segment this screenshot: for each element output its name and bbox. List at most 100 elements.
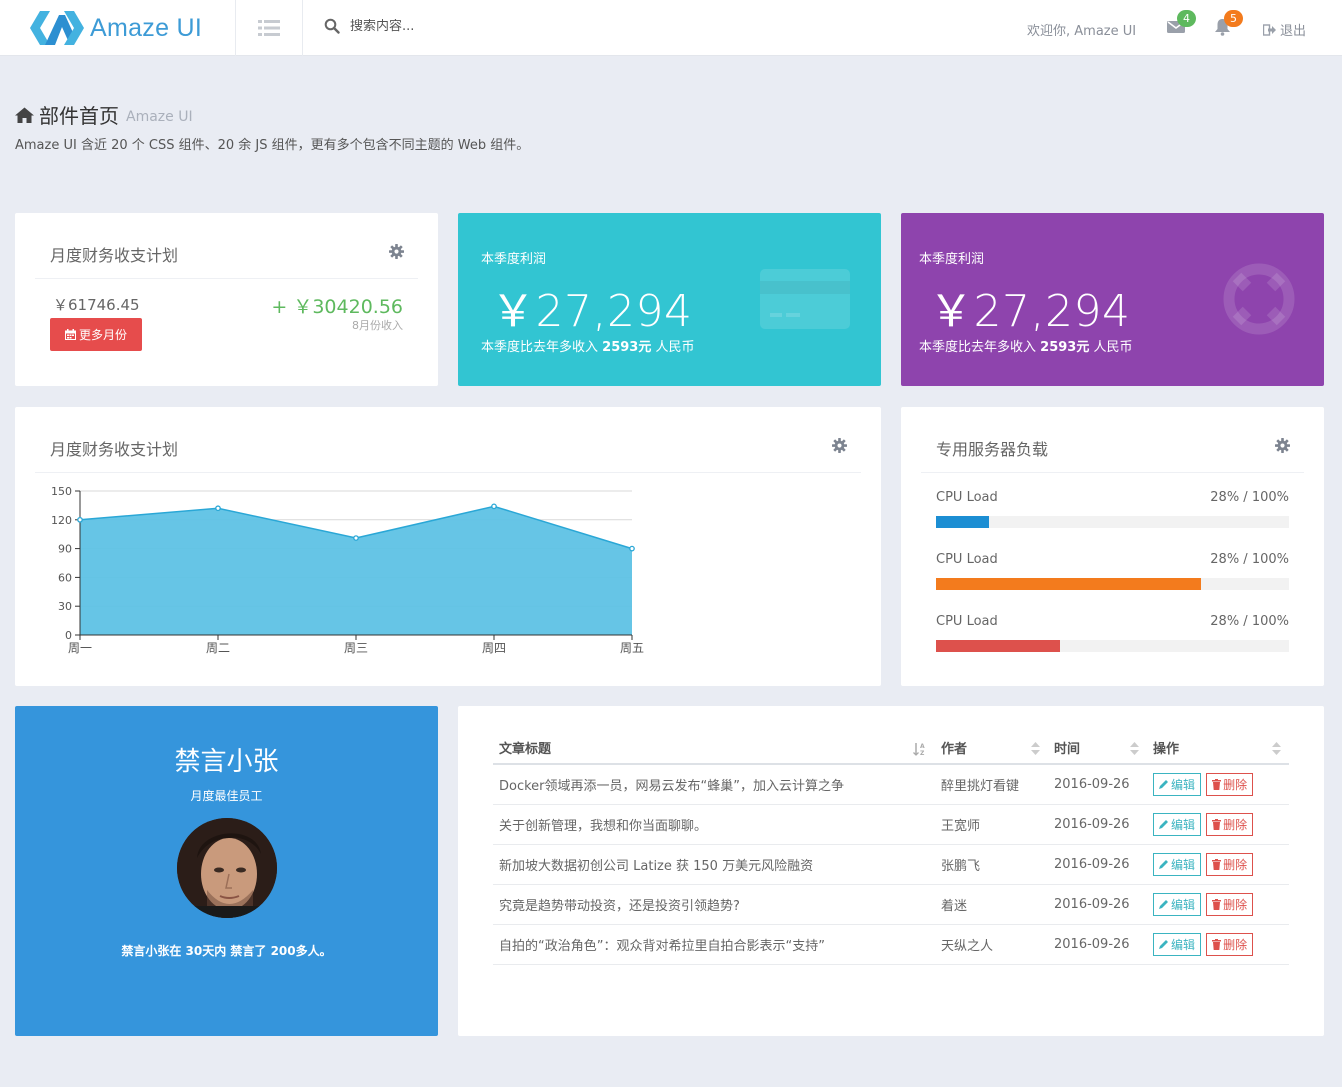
progress-fill — [936, 640, 1060, 652]
sort-icon[interactable] — [1272, 742, 1281, 755]
article-title[interactable]: 究竟是趋势带动投资，还是投资引领趋势? — [493, 884, 935, 925]
column-header-actions[interactable]: 操作 — [1147, 732, 1289, 765]
search-icon[interactable] — [324, 18, 340, 34]
divider — [35, 472, 861, 473]
y-tick-label: 90 — [58, 543, 72, 556]
article-title[interactable]: Docker领域再添一员，网易云发布“蜂巢”，加入云计算之争 — [493, 764, 935, 805]
messages-button[interactable]: 4 — [1167, 10, 1196, 38]
article-date: 2016-09-26 — [1048, 804, 1147, 845]
brand-logo[interactable]: Amaze UI — [0, 0, 236, 56]
x-tick-label: 周一 — [68, 641, 92, 655]
delete-button[interactable]: 删除 — [1206, 892, 1254, 916]
article-title[interactable]: 关于创新管理，我想和你当面聊聊。 — [493, 804, 935, 845]
profile-name: 禁言小张 — [174, 747, 279, 777]
article-title[interactable]: 新加坡大数据初创公司 Latize 获 150 万美元风险融资 — [493, 844, 935, 885]
data-point — [491, 503, 497, 510]
finance-amount: ￥61746.45 — [53, 296, 140, 314]
gear-icon[interactable] — [389, 244, 404, 259]
tile-value: ￥27,294 — [929, 286, 1131, 337]
article-actions: 编辑 删除 — [1147, 764, 1289, 805]
article-title[interactable]: 自拍的“政治角色”：观众背对希拉里自拍合影表示“支持” — [493, 924, 935, 965]
progress-label: CPU Load — [936, 490, 998, 505]
progress-bar — [936, 578, 1289, 590]
tile-label: 本季度利润 — [481, 252, 547, 267]
search-input[interactable] — [350, 18, 550, 34]
employee-profile-card: 禁言小张 月度最佳员工 禁言小张在 30天内 禁言了 200多人。 — [15, 706, 438, 1036]
logo-icon — [30, 11, 84, 45]
profit-tile-purple: 本季度利润 ￥27,294 本季度比去年多收入 2593元 人民币 — [901, 213, 1324, 386]
articles-table: 文章标题 A Z 作者 时间 操作 Docker领域再添一员，网易云发布“蜂巢”… — [493, 732, 1289, 965]
list-icon — [258, 20, 280, 36]
delete-button[interactable]: 删除 — [1206, 772, 1254, 796]
trash-icon — [1212, 778, 1222, 790]
edit-button[interactable]: 编辑 — [1153, 812, 1202, 836]
progress-fill — [936, 578, 1201, 590]
sort-icon[interactable] — [1031, 742, 1040, 755]
progress-percent: 28% / 100% — [1210, 490, 1289, 505]
finance-summary-card: 月度财务收支计划 ￥61746.45 更多月份 + ￥30420.56 8月份收… — [15, 213, 438, 386]
progress-bar — [936, 516, 1289, 528]
page-title-text: 部件首页 — [39, 104, 119, 128]
table-row: 关于创新管理，我想和你当面聊聊。 王宽师 2016-09-26 编辑 删除 — [493, 804, 1289, 845]
calendar-icon — [64, 329, 76, 340]
column-header-title[interactable]: 文章标题 A Z — [493, 732, 935, 765]
income-label: 8月份收入 — [352, 319, 403, 332]
article-date: 2016-09-26 — [1048, 764, 1147, 805]
more-months-button[interactable]: 更多月份 — [50, 318, 142, 351]
page-description: Amaze UI 含近 20 个 CSS 组件、20 余 JS 组件，更有多个包… — [15, 138, 530, 153]
article-author: 王宽师 — [935, 804, 1048, 845]
progress-label: CPU Load — [936, 614, 998, 629]
card-title: 月度财务收支计划 — [50, 440, 179, 459]
edit-label: 编辑 — [1171, 777, 1196, 792]
sort-icon[interactable] — [1130, 742, 1139, 755]
notifications-button[interactable]: 5 — [1214, 10, 1243, 40]
edit-button[interactable]: 编辑 — [1153, 892, 1202, 916]
pencil-icon — [1159, 940, 1168, 949]
tile-footer-suffix: 人民币 — [1093, 340, 1133, 355]
income-amount: + ￥30420.56 — [271, 296, 403, 318]
delete-button[interactable]: 删除 — [1206, 812, 1254, 836]
table-header-row: 文章标题 A Z 作者 时间 操作 — [493, 732, 1289, 765]
edit-button[interactable]: 编辑 — [1153, 932, 1202, 956]
x-tick-label: 周二 — [206, 641, 230, 655]
column-header-date[interactable]: 时间 — [1048, 732, 1147, 765]
logout-button[interactable]: 退出 — [1263, 20, 1306, 39]
search-bar — [324, 18, 550, 34]
sort-alpha-icon[interactable]: A Z — [913, 742, 927, 756]
edit-label: 编辑 — [1171, 937, 1196, 952]
area-chart: 0306090120150周一 周二 周三 周四 周五 — [51, 485, 644, 655]
notifications-count-badge: 5 — [1224, 10, 1243, 27]
table-row: 究竟是趋势带动投资，还是投资引领趋势? 着迷 2016-09-26 编辑 删除 — [493, 884, 1289, 925]
profit-tile-teal: 本季度利润 ￥27,294 本季度比去年多收入 2593元 人民币 — [458, 213, 881, 386]
home-icon — [15, 107, 34, 123]
edit-label: 编辑 — [1171, 817, 1196, 832]
welcome-text: 欢迎你, Amaze UI — [1027, 24, 1137, 39]
tile-footer-prefix: 本季度比去年多收入 — [919, 340, 1037, 355]
delete-button[interactable]: 删除 — [1206, 932, 1254, 956]
tile-footer-amount: 2593元 — [1040, 340, 1090, 355]
gear-icon[interactable] — [1275, 438, 1290, 453]
column-header-label: 时间 — [1054, 742, 1081, 757]
series-area — [80, 506, 632, 635]
tile-footer-prefix: 本季度比去年多收入 — [481, 340, 599, 355]
data-point — [629, 545, 635, 552]
table-row: Docker领域再添一员，网易云发布“蜂巢”，加入云计算之争 醉里挑灯看键 20… — [493, 764, 1289, 805]
edit-button[interactable]: 编辑 — [1153, 852, 1202, 876]
tile-footer: 本季度比去年多收入 2593元 人民币 — [919, 336, 1133, 355]
data-point — [215, 505, 221, 512]
y-tick-label: 60 — [58, 571, 72, 584]
delete-label: 删除 — [1223, 897, 1248, 912]
column-header-author[interactable]: 作者 — [935, 732, 1048, 765]
trash-icon — [1212, 858, 1222, 870]
article-date: 2016-09-26 — [1048, 844, 1147, 885]
delete-button[interactable]: 删除 — [1206, 852, 1254, 876]
progress-fill — [936, 516, 989, 528]
edit-button[interactable]: 编辑 — [1153, 772, 1202, 796]
sidebar-toggle-button[interactable] — [236, 0, 303, 56]
logout-label: 退出 — [1280, 24, 1307, 39]
x-tick-label: 周四 — [482, 641, 506, 655]
tile-footer-amount: 2593元 — [602, 340, 652, 355]
page-subtitle: Amaze UI — [126, 108, 193, 125]
column-header-label: 作者 — [941, 742, 968, 757]
gear-icon[interactable] — [832, 438, 847, 453]
